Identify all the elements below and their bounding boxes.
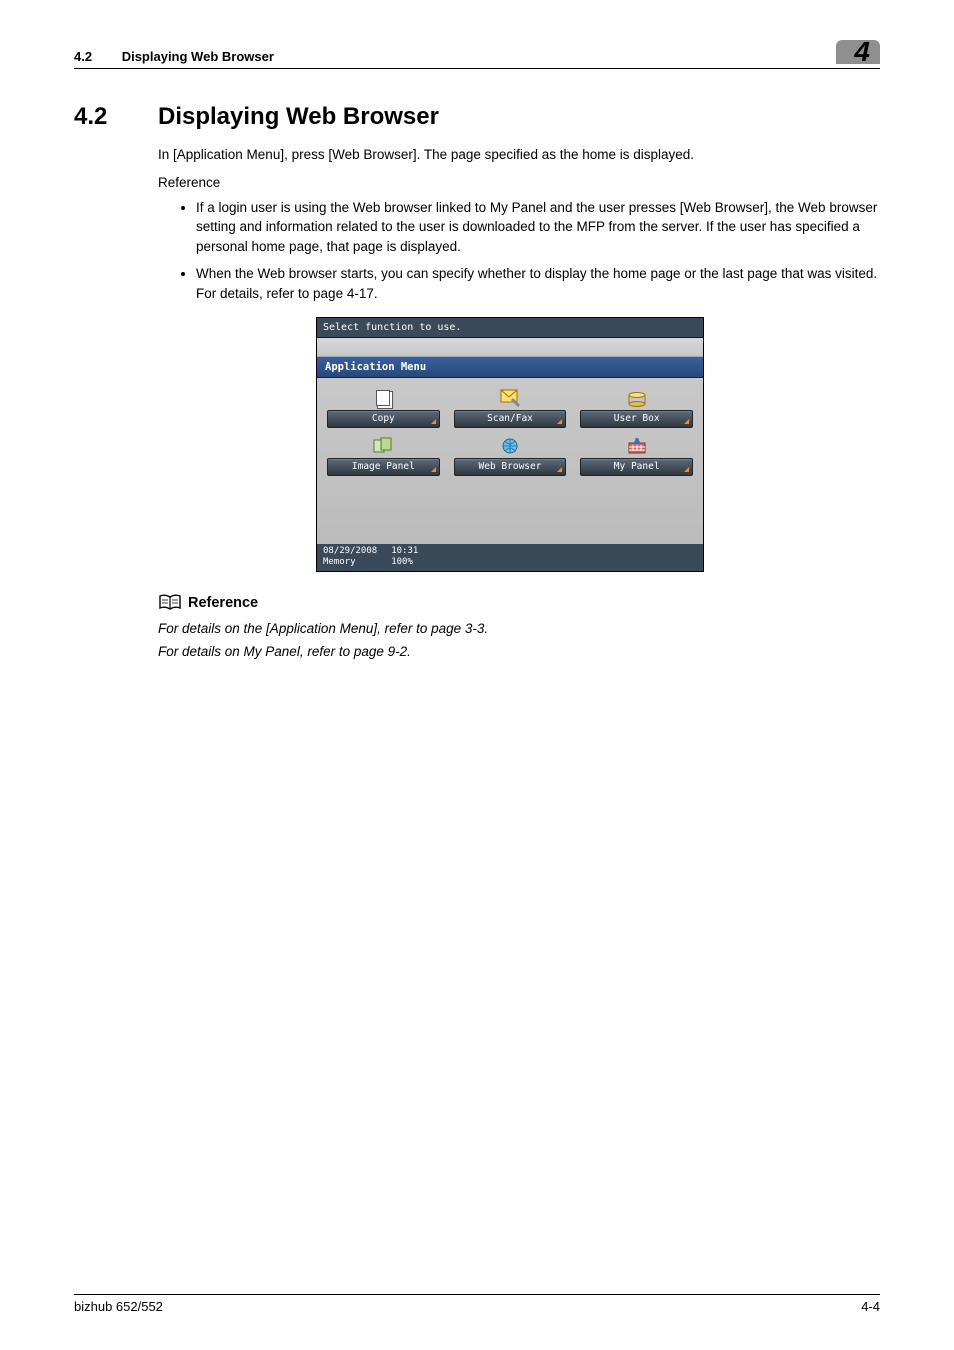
header-section-number: 4.2	[74, 49, 92, 64]
mypanel-button[interactable]: My Panel	[580, 458, 693, 476]
copy-button[interactable]: Copy	[327, 410, 440, 428]
footer-left: bizhub 652/552	[74, 1299, 163, 1314]
userbox-icon	[626, 388, 648, 408]
mfp-row-2: Image Panel Web Browser	[327, 436, 693, 476]
reference-line: For details on the [Application Menu], r…	[158, 618, 880, 641]
mfp-instruction: Select function to use.	[317, 318, 703, 338]
reference-line: For details on My Panel, refer to page 9…	[158, 641, 880, 664]
mfp-spacer	[317, 338, 703, 356]
scanfax-button[interactable]: Scan/Fax	[454, 410, 567, 428]
chapter-tab: 4	[836, 40, 880, 64]
mfp-body: Copy Scan/Fax User Box	[317, 378, 703, 544]
imagepanel-button[interactable]: Image Panel	[327, 458, 440, 476]
copy-icon	[372, 388, 394, 408]
mfp-menu-title: Application Menu	[317, 356, 703, 378]
section-heading: 4.2 Displaying Web Browser	[74, 103, 880, 131]
bullet-item: When the Web browser starts, you can spe…	[196, 264, 880, 303]
webbrowser-button[interactable]: Web Browser	[454, 458, 567, 476]
section-number: 4.2	[74, 103, 158, 131]
mfp-item-imagepanel[interactable]: Image Panel	[327, 436, 440, 476]
running-header-left: 4.2 Displaying Web Browser	[74, 49, 274, 64]
webbrowser-icon	[499, 436, 521, 456]
footer-right: 4-4	[861, 1299, 880, 1314]
header-section-name: Displaying Web Browser	[122, 49, 274, 64]
reference-lines: For details on the [Application Menu], r…	[158, 618, 880, 664]
mfp-row-1: Copy Scan/Fax User Box	[327, 388, 693, 428]
page-footer: bizhub 652/552 4-4	[74, 1294, 880, 1314]
mypanel-icon	[626, 436, 648, 456]
mfp-item-webbrowser[interactable]: Web Browser	[454, 436, 567, 476]
reference-block-title: Reference	[188, 595, 258, 611]
reference-bullets: If a login user is using the Web browser…	[158, 198, 880, 304]
running-header: 4.2 Displaying Web Browser 4	[74, 40, 880, 69]
bullet-item: If a login user is using the Web browser…	[196, 198, 880, 257]
reference-block: Reference For details on the [Applicatio…	[158, 594, 880, 664]
mfp-item-mypanel[interactable]: My Panel	[580, 436, 693, 476]
scanfax-icon	[499, 388, 521, 408]
mfp-status-memory-label: Memory	[323, 557, 377, 568]
mfp-item-userbox[interactable]: User Box	[580, 388, 693, 428]
section-intro: In [Application Menu], press [Web Browse…	[158, 145, 880, 165]
book-icon	[158, 594, 182, 612]
reference-label: Reference	[158, 175, 880, 190]
mfp-item-scanfax[interactable]: Scan/Fax	[454, 388, 567, 428]
mfp-screenshot: Select function to use. Application Menu…	[316, 317, 704, 572]
userbox-button[interactable]: User Box	[580, 410, 693, 428]
section-title: Displaying Web Browser	[158, 103, 439, 131]
imagepanel-icon	[372, 436, 394, 456]
mfp-status-date: 08/29/2008	[323, 546, 377, 557]
mfp-status-memory-value: 100%	[391, 557, 418, 568]
mfp-status-time: 10:31	[391, 546, 418, 557]
mfp-item-copy[interactable]: Copy	[327, 388, 440, 428]
mfp-status-bar: 08/29/2008 Memory 10:31 100%	[317, 544, 703, 571]
